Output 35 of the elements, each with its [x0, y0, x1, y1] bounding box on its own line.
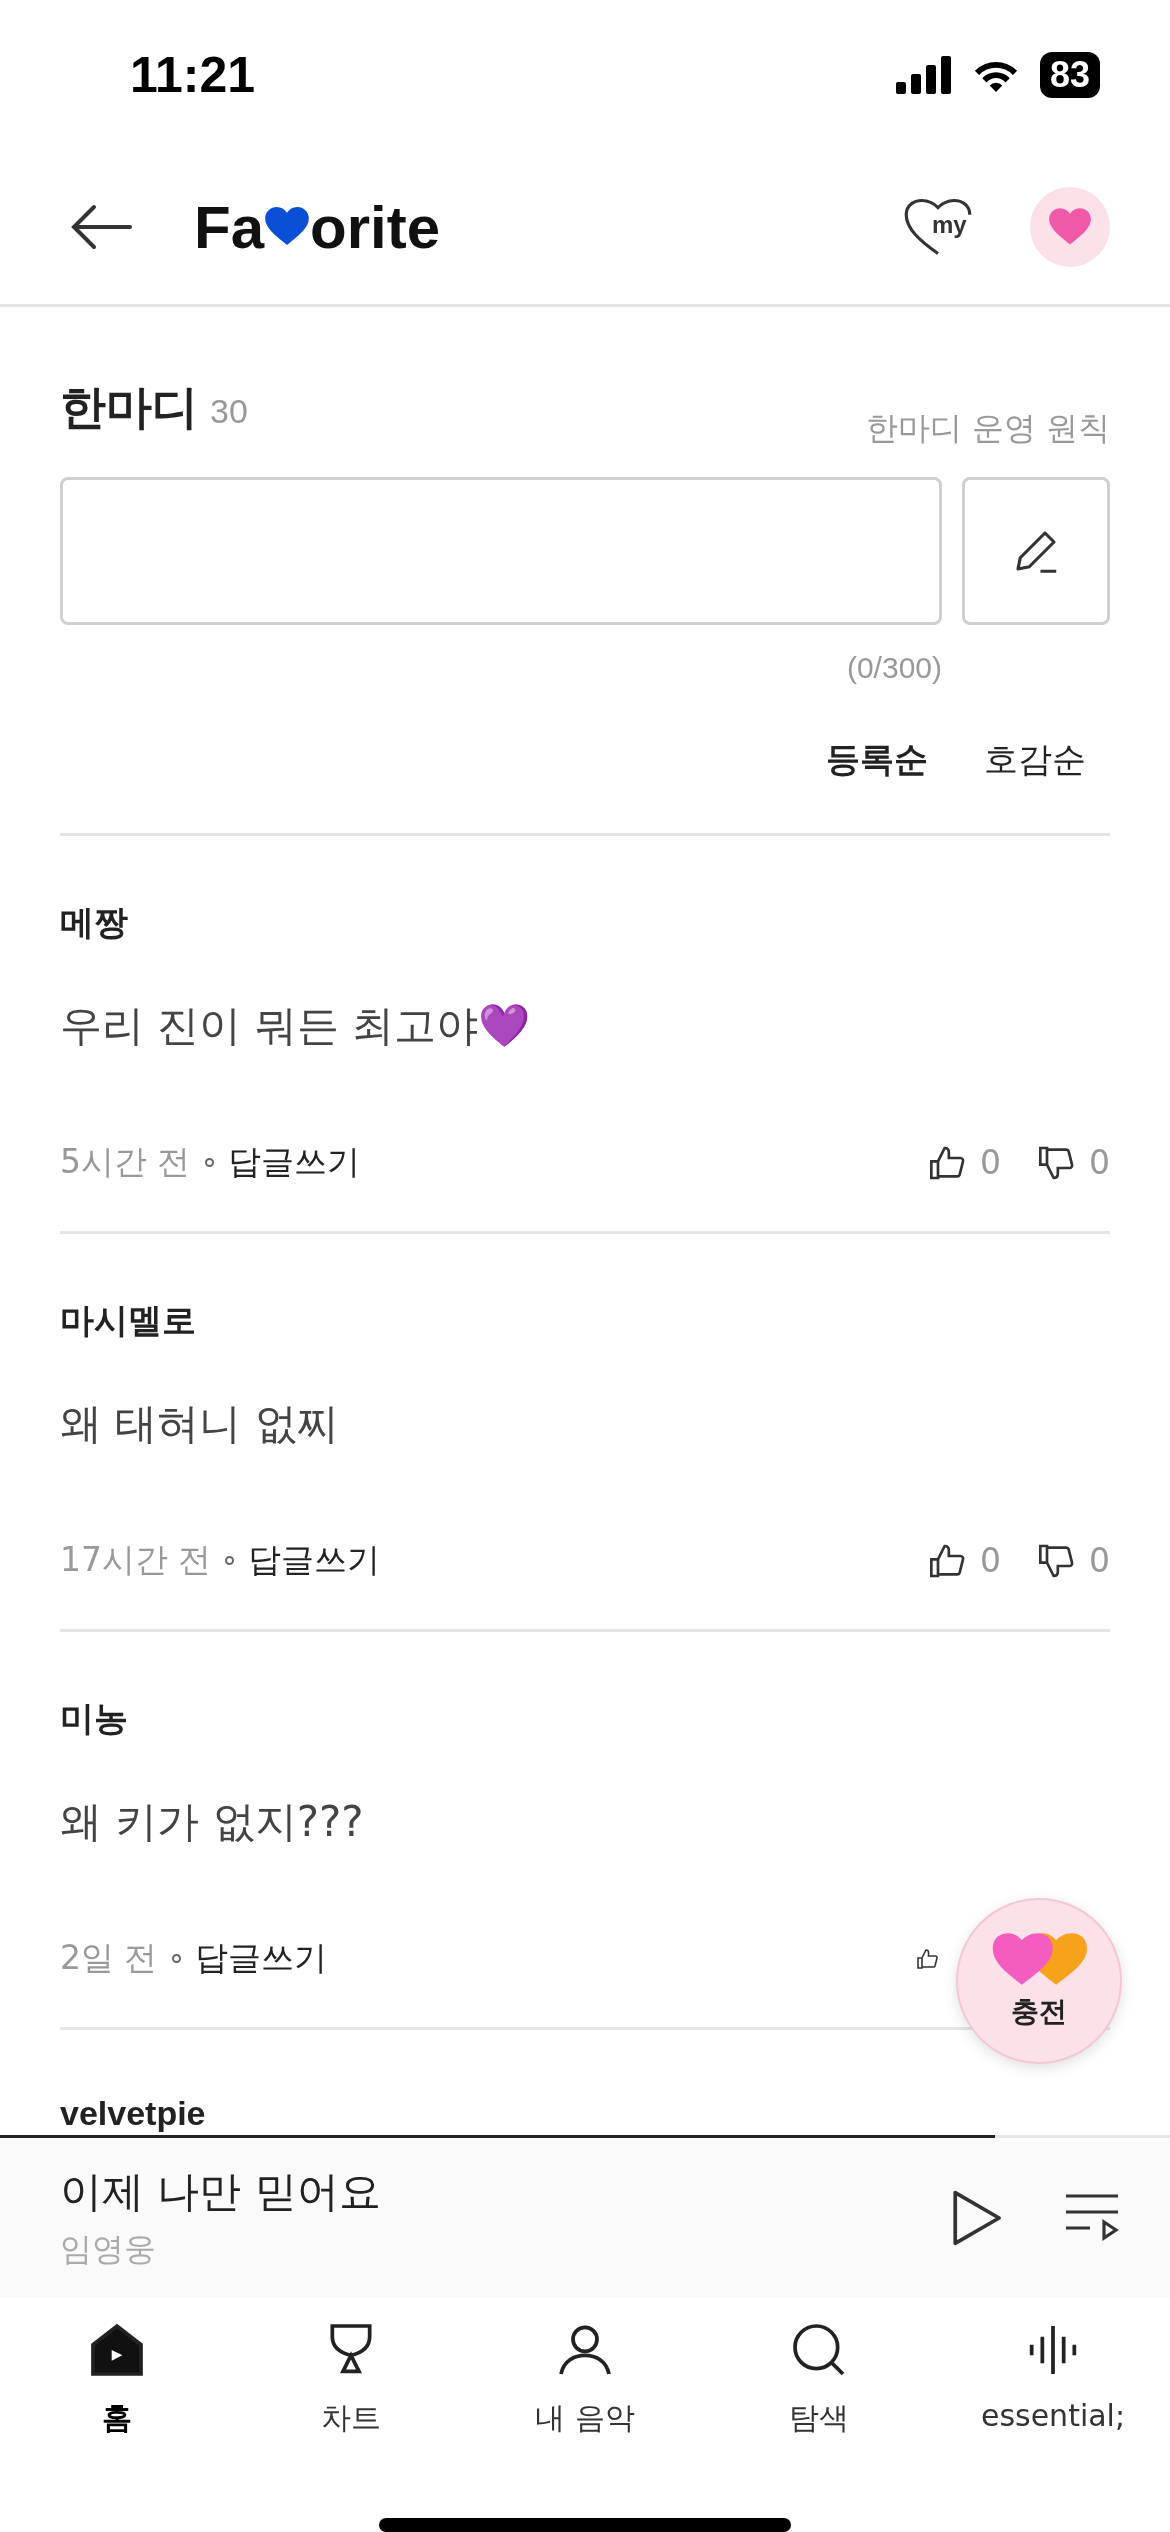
comment-time: 5시간 전 — [60, 1141, 191, 1183]
song-artist: 임영웅 — [60, 2229, 157, 2270]
like-count: 0 — [980, 1541, 1001, 1580]
comment-time: 17시간 전 — [60, 1539, 212, 1581]
comment-author: 미농 — [60, 1698, 129, 1739]
my-favorites-button[interactable]: my — [900, 197, 980, 257]
dislike-count: 0 — [1089, 1143, 1110, 1182]
dislike-count: 0 — [1089, 1541, 1110, 1580]
like-count: 0 — [980, 1143, 1001, 1182]
sort-tab[interactable]: 등록순 — [826, 737, 928, 783]
comment-author: 메짱 — [60, 902, 129, 943]
reply-link[interactable]: 답글쓰기 — [248, 1538, 381, 1583]
nav-tab[interactable]: 홈 — [0, 2318, 234, 2498]
song-title: 이제 나만 믿어요 — [60, 2166, 382, 2218]
status-time: 11:21 — [130, 46, 256, 104]
section-title: 한마디 — [60, 379, 198, 436]
nav-tab[interactable]: 내 음악 — [468, 2318, 702, 2498]
nav-tab[interactable]: 탐색 — [702, 2318, 936, 2498]
comment-author: velvetpie — [60, 2094, 207, 2133]
comment-text: 우리 진이 뭐든 최고야💜 — [60, 1000, 532, 1052]
nav-tab[interactable]: essential; — [936, 2318, 1170, 2498]
comment-author: 마시멜로 — [60, 1300, 197, 1341]
comment-text: 왜 태혀니 없찌 — [60, 1398, 340, 1450]
reply-link[interactable]: 답글쓰기 — [194, 1936, 327, 1981]
sort-tab[interactable]: 호감순 — [984, 737, 1086, 783]
comment-time: 2일 전 — [60, 1937, 158, 1979]
nav-tab[interactable]: 차트 — [234, 2318, 468, 2498]
charge-button[interactable]: 충전 — [956, 1898, 1122, 2064]
reply-link[interactable]: 답글쓰기 — [227, 1140, 360, 1185]
logo-text: orite — [310, 192, 441, 262]
character-count: (0/300) — [846, 651, 942, 685]
comment-text: 왜 키가 없지??? — [60, 1796, 365, 1848]
battery-level: 83 — [1039, 52, 1100, 98]
comment-count: 30 — [210, 392, 248, 431]
logo-text: Fa — [194, 192, 265, 262]
